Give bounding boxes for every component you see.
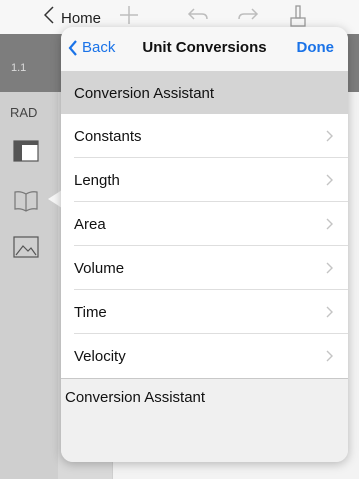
chevron-right-icon: [326, 261, 333, 279]
conversion-assistant-footer-label: Conversion Assistant: [65, 389, 206, 406]
list-item-label: Time: [74, 304, 107, 321]
page-tab[interactable]: 1.1: [11, 62, 26, 74]
conversion-assistant-row[interactable]: Conversion Assistant: [61, 71, 348, 114]
list-item-constants[interactable]: Constants: [61, 114, 348, 158]
book-icon[interactable]: [13, 190, 39, 217]
chevron-right-icon: [326, 305, 333, 323]
conversion-assistant-panel: Conversion Assistant: [61, 378, 348, 462]
back-chevron-icon[interactable]: [43, 6, 54, 29]
page-layout-icon[interactable]: [13, 140, 39, 167]
list-item-time[interactable]: Time: [61, 290, 348, 334]
list-item-area[interactable]: Area: [61, 202, 348, 246]
chevron-right-icon: [326, 217, 333, 235]
chevron-right-icon: [326, 129, 333, 147]
list-item-label: Velocity: [74, 348, 126, 365]
list-item-length[interactable]: Length: [61, 158, 348, 202]
list-item-label: Length: [74, 172, 120, 189]
conversion-assistant-label: Conversion Assistant: [74, 85, 215, 102]
list-item-label: Volume: [74, 260, 125, 277]
list-item-volume[interactable]: Volume: [61, 246, 348, 290]
chevron-right-icon: [326, 349, 333, 367]
list-item-label: Constants: [74, 128, 142, 145]
home-link[interactable]: Home: [61, 10, 101, 27]
image-icon[interactable]: [13, 236, 39, 263]
chevron-right-icon: [326, 173, 333, 191]
conversion-category-list: Constants Length Area Volume Time Veloci…: [61, 114, 348, 378]
unit-conversions-popover: Back Unit Conversions Done Conversion As…: [61, 27, 348, 462]
angle-mode-indicator[interactable]: RAD: [10, 105, 37, 120]
done-button[interactable]: Done: [297, 39, 335, 56]
list-item-label: Area: [74, 216, 106, 233]
list-item-velocity[interactable]: Velocity: [61, 334, 348, 378]
popover-arrow: [48, 190, 62, 208]
popover-nav-bar: Back Unit Conversions Done: [61, 27, 348, 71]
